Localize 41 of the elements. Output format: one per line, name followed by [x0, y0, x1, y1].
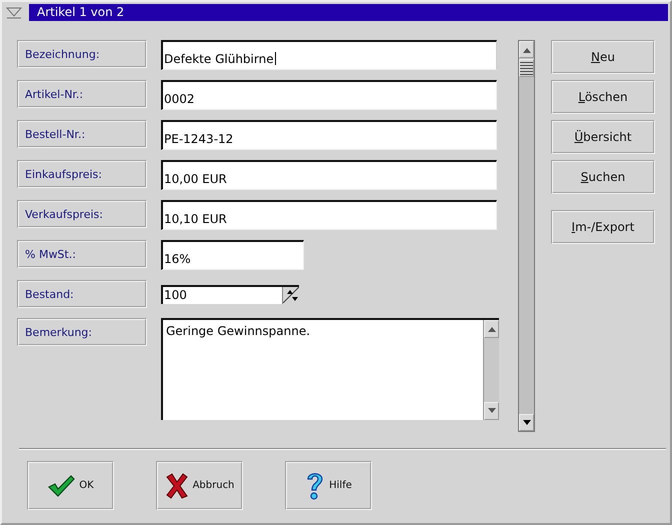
field-label: Einkaufspreis: [17, 160, 147, 188]
text-field[interactable]: PE-1243-12 [161, 120, 497, 150]
checkmark-icon [47, 474, 76, 498]
field-label: Bemerkung: [17, 318, 147, 346]
dialog-button[interactable]: Neu [551, 40, 655, 74]
scroll-down-button[interactable] [519, 414, 534, 431]
dialog-button[interactable]: Im-/Export [551, 210, 655, 244]
spin-field[interactable]: 100 [161, 284, 299, 304]
dialog-button[interactable]: Hilfe [285, 461, 372, 510]
dialog-button[interactable]: Abbruch [156, 461, 243, 510]
scroll-up-button[interactable] [484, 320, 499, 338]
arrow-up-icon [522, 46, 530, 52]
scroll-bar[interactable] [518, 40, 535, 432]
dialog-button[interactable]: Suchen [551, 160, 655, 194]
dialog-button[interactable]: Löschen [551, 80, 655, 114]
text-field[interactable]: 10,00 EUR [161, 160, 497, 190]
field-label: Bestell-Nr.: [17, 120, 147, 148]
window-menu-icon[interactable] [4, 4, 24, 20]
text-field[interactable]: 0002 [161, 80, 497, 110]
window-title: Artikel 1 von 2 [29, 4, 668, 21]
spin-arrows-icon[interactable] [282, 286, 299, 304]
arrow-down-icon [488, 408, 496, 414]
field-label: Bezeichnung: [17, 40, 147, 68]
scroll-thumb[interactable] [519, 59, 534, 77]
text-area[interactable]: Geringe Gewinnspanne. [161, 318, 499, 420]
field-label: Bestand: [17, 280, 147, 308]
scroll-up-button[interactable] [519, 41, 534, 58]
cross-icon [164, 472, 189, 498]
arrow-up-icon [488, 326, 496, 332]
field-label: Artikel-Nr.: [17, 80, 147, 108]
arrow-down-icon [522, 420, 530, 426]
text-field[interactable]: 16% [161, 240, 304, 270]
question-mark-icon [305, 470, 326, 500]
text-field[interactable]: Defekte Glühbirne [161, 40, 497, 70]
field-label: % MwSt.: [17, 240, 147, 268]
dialog-button[interactable]: Übersicht [551, 120, 655, 154]
scroll-down-button[interactable] [484, 402, 499, 420]
dialog-button[interactable]: OK [27, 461, 114, 510]
field-label: Verkaufspreis: [17, 200, 147, 228]
scroll-bar[interactable] [483, 320, 499, 420]
text-field[interactable]: 10,10 EUR [161, 200, 497, 230]
